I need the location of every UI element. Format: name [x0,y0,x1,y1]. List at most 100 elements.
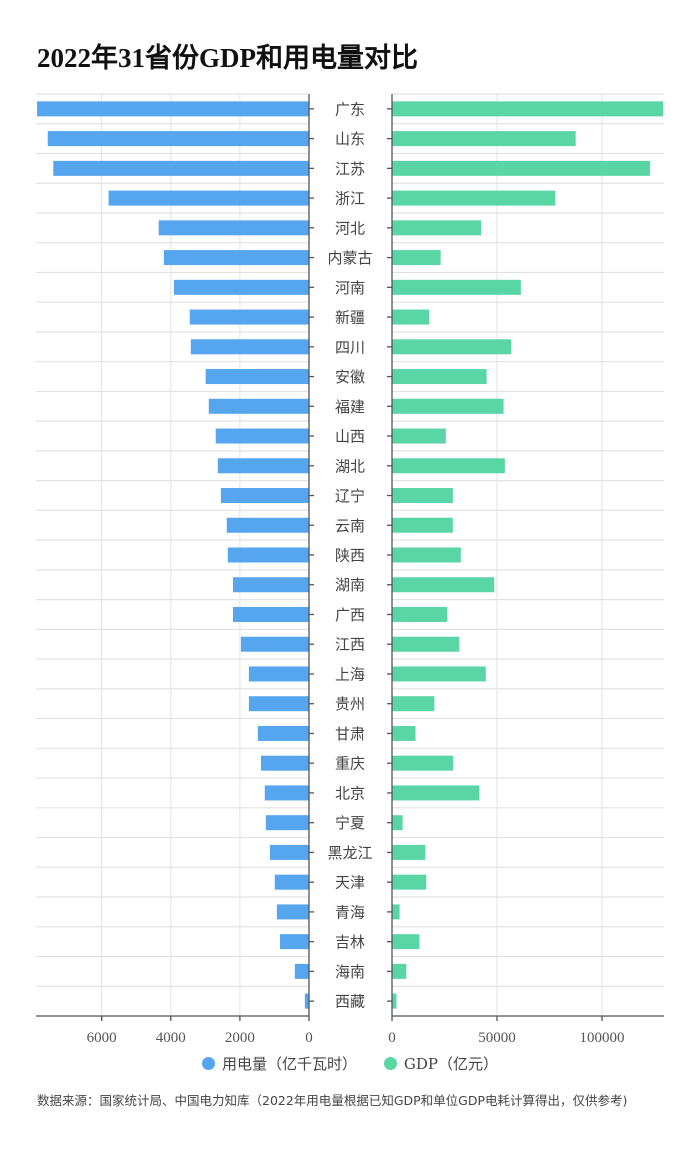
category-label: 辽宁 [335,487,365,505]
category-label: 四川 [335,338,365,356]
bar-electricity [173,279,309,295]
legend-dot-electricity-icon [202,1057,216,1070]
category-label: 福建 [335,398,365,416]
electricity-bars [37,101,310,1009]
bar-electricity [276,904,309,920]
x-tick-label-left: 0 [305,1030,313,1046]
category-label: 江苏 [335,160,365,178]
bar-gdp [392,577,495,593]
category-label: 陕西 [335,547,365,565]
category-label: 宁夏 [335,814,365,832]
bar-gdp [392,636,460,652]
bar-electricity [274,874,309,890]
bar-electricity [248,696,309,712]
bar-gdp [392,309,430,325]
category-label: 江西 [335,636,365,654]
bar-electricity [217,458,309,474]
bar-electricity [205,369,309,385]
bar-electricity [208,398,309,414]
category-label: 海南 [335,963,365,981]
bar-gdp [392,755,454,771]
bar-electricity [269,844,309,860]
bar-electricity [294,963,309,979]
category-label: 青海 [335,903,365,921]
bar-electricity [53,160,310,176]
bar-electricity [227,547,309,563]
legend-item-electricity[interactable]: 用电量（亿千瓦时） [202,1053,357,1074]
category-label: 重庆 [335,755,365,773]
x-tick-label-right: 100000 [580,1030,625,1046]
bar-electricity [215,428,309,444]
x-tick-label-right: 0 [388,1030,396,1046]
bar-gdp [392,488,453,504]
legend-item-gdp[interactable]: GDP（亿元） [383,1053,498,1074]
legend-label-gdp: GDP（亿元） [403,1055,498,1073]
bar-gdp [392,963,407,979]
bar-electricity [232,606,309,622]
category-label: 吉林 [335,933,365,951]
legend: 用电量（亿千瓦时） GDP（亿元） [0,1053,700,1074]
gdp-bars [392,101,664,1009]
bar-gdp [392,279,521,295]
bar-electricity [264,785,309,801]
bar-gdp [392,101,664,117]
category-label: 甘肃 [335,725,365,743]
bar-electricity [158,220,309,236]
bar-gdp [392,428,446,444]
bar-electricity [257,725,309,741]
bar-electricity [220,488,309,504]
bar-electricity [226,517,309,533]
category-label: 云南 [335,517,365,535]
bar-gdp [392,725,416,741]
bar-gdp [392,517,453,533]
bar-gdp [392,458,505,474]
x-tick-label-left: 6000 [87,1030,117,1046]
category-label: 黑龙江 [327,844,372,862]
bar-electricity [190,339,309,355]
category-label: 河北 [335,219,365,237]
bar-electricity [189,309,309,325]
category-label: 广东 [335,100,365,118]
category-label: 上海 [335,665,365,683]
bar-gdp [392,934,420,950]
x-tick-label-right: 50000 [478,1030,516,1046]
bar-gdp [392,874,427,890]
bar-gdp [392,993,397,1009]
category-label: 西藏 [335,993,365,1011]
bar-electricity [248,666,309,682]
bar-electricity [108,190,310,206]
bar-gdp [392,339,512,355]
legend-label-electricity: 用电量（亿千瓦时） [222,1055,358,1073]
bar-gdp [392,369,487,385]
category-label: 安徽 [335,368,365,386]
bar-gdp [392,844,426,860]
x-tick-label-left: 2000 [225,1030,255,1046]
category-label: 贵州 [335,695,365,713]
bar-gdp [392,220,481,236]
tick-labels: 0 2000 4000 6000 0 50000 100000 [87,1030,625,1046]
bar-gdp [392,606,448,622]
bar-electricity [163,250,309,266]
bar-electricity [260,755,309,771]
category-label: 山东 [335,130,365,148]
category-label: 湖北 [335,457,365,475]
bar-electricity [37,101,309,117]
bar-electricity [47,131,310,147]
bar-gdp [392,815,403,831]
category-label: 内蒙古 [327,249,372,267]
category-label: 新疆 [335,309,365,327]
category-label: 河南 [335,279,365,297]
bar-gdp [392,696,435,712]
bar-electricity [240,636,309,652]
category-label: 湖南 [335,576,365,594]
bar-gdp [392,131,576,147]
category-label: 广西 [335,606,365,624]
bar-gdp [392,398,504,414]
x-tick-label-left: 4000 [156,1030,186,1046]
bar-gdp [392,785,480,801]
category-label: 天津 [335,874,365,892]
bar-gdp [392,904,400,920]
bar-electricity [279,934,309,950]
bar-gdp [392,666,486,682]
butterfly-bar-chart: 广东山东江苏浙江河北内蒙古河南新疆四川安徽福建山西湖北辽宁云南陕西湖南广西江西上… [36,93,664,1046]
